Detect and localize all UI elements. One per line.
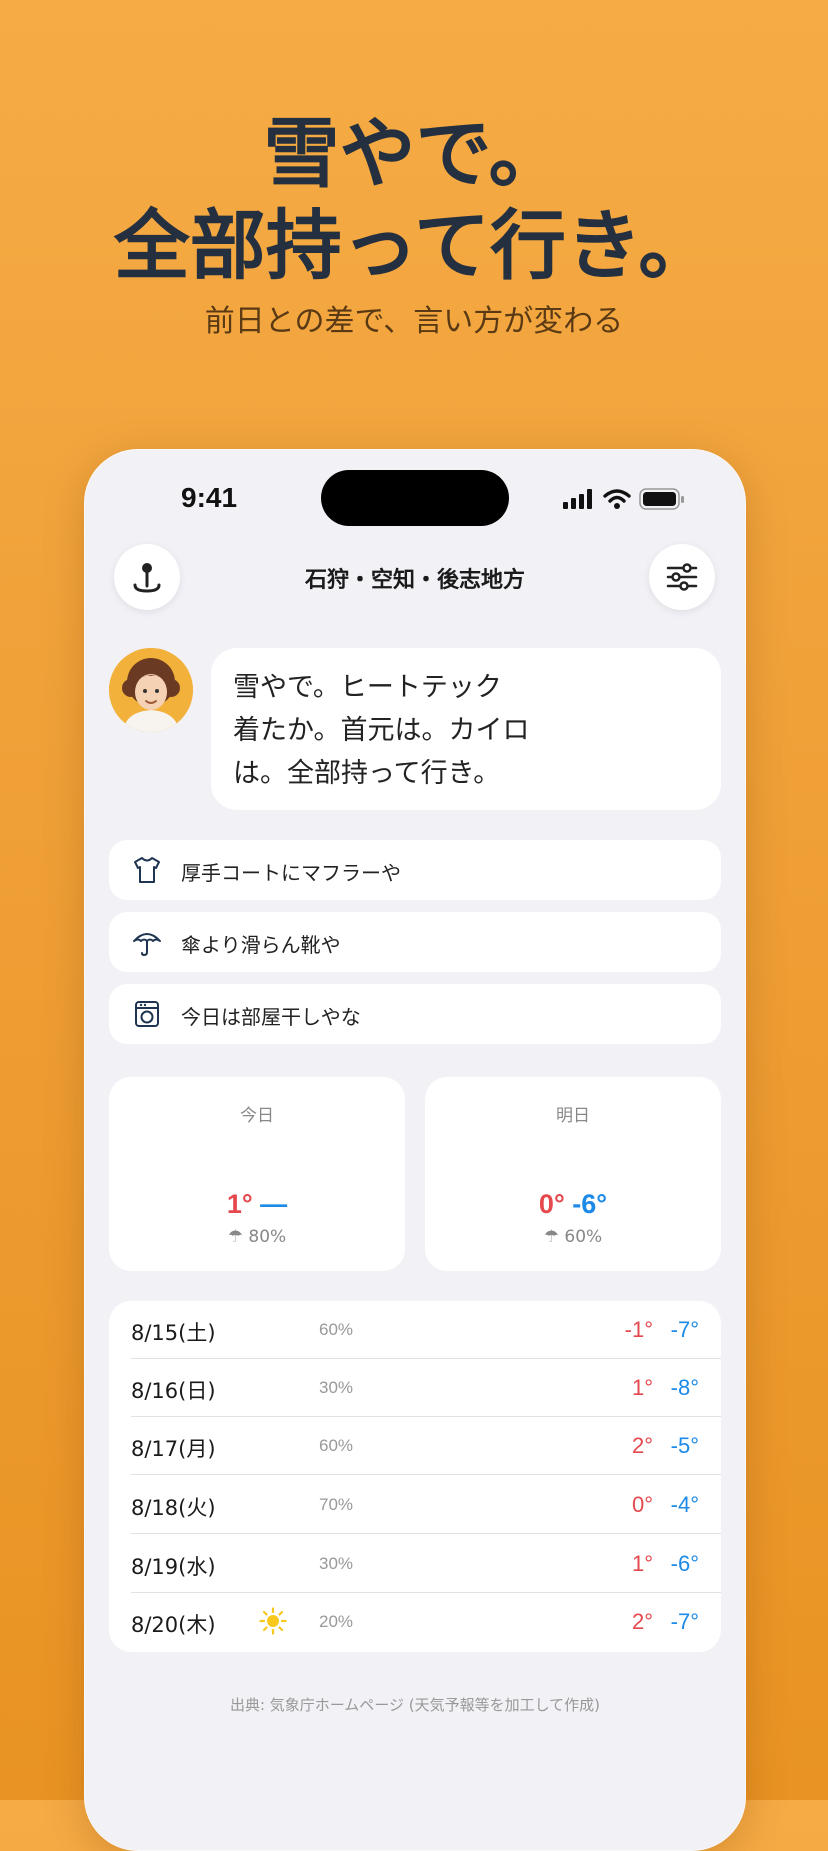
forecast-low: -5°: [670, 1433, 699, 1458]
today-low: —: [260, 1189, 288, 1219]
advice-label: 厚手コートにマフラーや: [181, 861, 401, 885]
forecast-date: 8/16(日): [131, 1379, 216, 1403]
forecast-high: 1°: [631, 1375, 653, 1400]
dynamic-island: [321, 470, 509, 526]
forecast-high: 2°: [631, 1433, 653, 1458]
today-rain-value: 80%: [248, 1227, 287, 1247]
today-rain: ☂ 80%: [109, 1227, 405, 1247]
forecast-rain-pct: 30%: [319, 1378, 354, 1397]
cellular-signal-icon: [563, 489, 592, 509]
row-divider: [131, 1474, 721, 1475]
sun-icon: [259, 1607, 287, 1635]
message-line: 着たか。首元は。カイロ: [233, 715, 530, 746]
message-line: は。全部持って行き。: [233, 758, 501, 789]
forecast-high: -1°: [624, 1317, 653, 1342]
grandma-avatar-icon: [109, 648, 193, 732]
source-credit: 出典: 気象庁ホームページ (天気予報等を加工して作成): [229, 1696, 601, 1714]
today-card[interactable]: 今日 1° — ☂ 80%: [109, 1077, 405, 1271]
forecast-row[interactable]: 8/19(水) 30% 1° -6°: [109, 1535, 721, 1593]
forecast-date: 8/20(木): [131, 1613, 216, 1637]
tomorrow-high: 0°: [538, 1189, 565, 1219]
forecast-date: 8/18(火): [131, 1496, 216, 1520]
forecast-row[interactable]: 8/20(木) 20% 2° -7°: [109, 1593, 721, 1651]
forecast-rain-pct: 20%: [319, 1612, 354, 1631]
shirt-icon: [134, 857, 160, 883]
wifi-icon: [603, 489, 631, 509]
forecast-rain-pct: 60%: [319, 1436, 354, 1455]
battery-icon: [639, 488, 684, 510]
today-high: 1°: [226, 1189, 253, 1219]
forecast-row[interactable]: 8/16(日) 30% 1° -8°: [109, 1359, 721, 1417]
forecast-row[interactable]: 8/17(月) 60% 2° -5°: [109, 1417, 721, 1475]
advice-label: 今日は部屋干しやな: [181, 1005, 361, 1029]
forecast-low: -8°: [670, 1375, 699, 1400]
today-label: 今日: [240, 1106, 274, 1126]
tomorrow-temps: 0° -6°: [425, 1189, 721, 1220]
forecast-low: -7°: [670, 1317, 699, 1342]
settings-button[interactable]: [649, 544, 715, 610]
message-bubble: 雪やで。ヒートテック 着たか。首元は。カイロ は。全部持って行き。: [211, 648, 721, 810]
tomorrow-card[interactable]: 明日 0° -6° ☂ 60%: [425, 1077, 721, 1271]
advice-row[interactable]: 厚手コートにマフラーや: [109, 840, 721, 900]
row-divider: [131, 1533, 721, 1534]
advice-label: 傘より滑らん靴や: [181, 933, 341, 957]
message-line: 雪やで。ヒートテック: [233, 672, 502, 703]
umbrella-emoji-icon: ☂: [227, 1227, 244, 1247]
forecast-date: 8/17(月): [131, 1437, 216, 1461]
status-time: 9:41: [181, 482, 238, 513]
headline-line-1: 雪やで。: [263, 109, 565, 198]
forecast-rain-pct: 60%: [319, 1320, 354, 1339]
forecast-date: 8/15(土): [131, 1321, 216, 1345]
phone-frame: 9:41 石狩・空知・後志地方 雪やで。ヒートテック 着たか。首元は。カイロ は…: [84, 449, 746, 1851]
forecast-high: 2°: [631, 1609, 653, 1634]
sliders-icon: [666, 563, 698, 591]
tomorrow-low: -6°: [572, 1189, 608, 1219]
forecast-high: 1°: [631, 1551, 653, 1576]
tomorrow-label: 明日: [556, 1106, 590, 1126]
forecast-rain-pct: 30%: [319, 1554, 354, 1573]
laundry-icon: [135, 1001, 159, 1027]
forecast-low: -4°: [670, 1492, 699, 1517]
status-icons: [563, 488, 685, 510]
advice-row[interactable]: 今日は部屋干しやな: [109, 984, 721, 1044]
headline-line-2: 全部持って行き。: [113, 201, 715, 290]
forecast-date: 8/19(水): [131, 1555, 216, 1579]
headline-subtitle: 前日との差で、言い方が変わる: [204, 304, 624, 339]
umbrella-emoji-icon: ☂: [543, 1227, 560, 1247]
forecast-high: 0°: [631, 1492, 653, 1517]
weekly-forecast: 8/15(土) 60% -1° -7° 8/16(日) 30% 1° -8° 8…: [109, 1301, 721, 1652]
region-title[interactable]: 石狩・空知・後志地方: [85, 562, 745, 594]
forecast-low: -7°: [670, 1609, 699, 1634]
headline: 雪やで。 全部持って行き。: [0, 108, 828, 292]
tomorrow-rain-value: 60%: [564, 1227, 603, 1247]
tomorrow-rain: ☂ 60%: [425, 1227, 721, 1247]
forecast-row[interactable]: 8/15(土) 60% -1° -7°: [109, 1301, 721, 1359]
today-temps: 1° —: [109, 1189, 405, 1220]
forecast-low: -6°: [670, 1551, 699, 1576]
forecast-row[interactable]: 8/18(火) 70% 0° -4°: [109, 1476, 721, 1534]
message-text: 雪やで。ヒートテック 着たか。首元は。カイロ は。全部持って行き。: [233, 666, 553, 795]
avatar: [109, 648, 193, 732]
umbrella-icon: [133, 933, 161, 957]
advice-row[interactable]: 傘より滑らん靴や: [109, 912, 721, 972]
forecast-rain-pct: 70%: [319, 1495, 354, 1514]
